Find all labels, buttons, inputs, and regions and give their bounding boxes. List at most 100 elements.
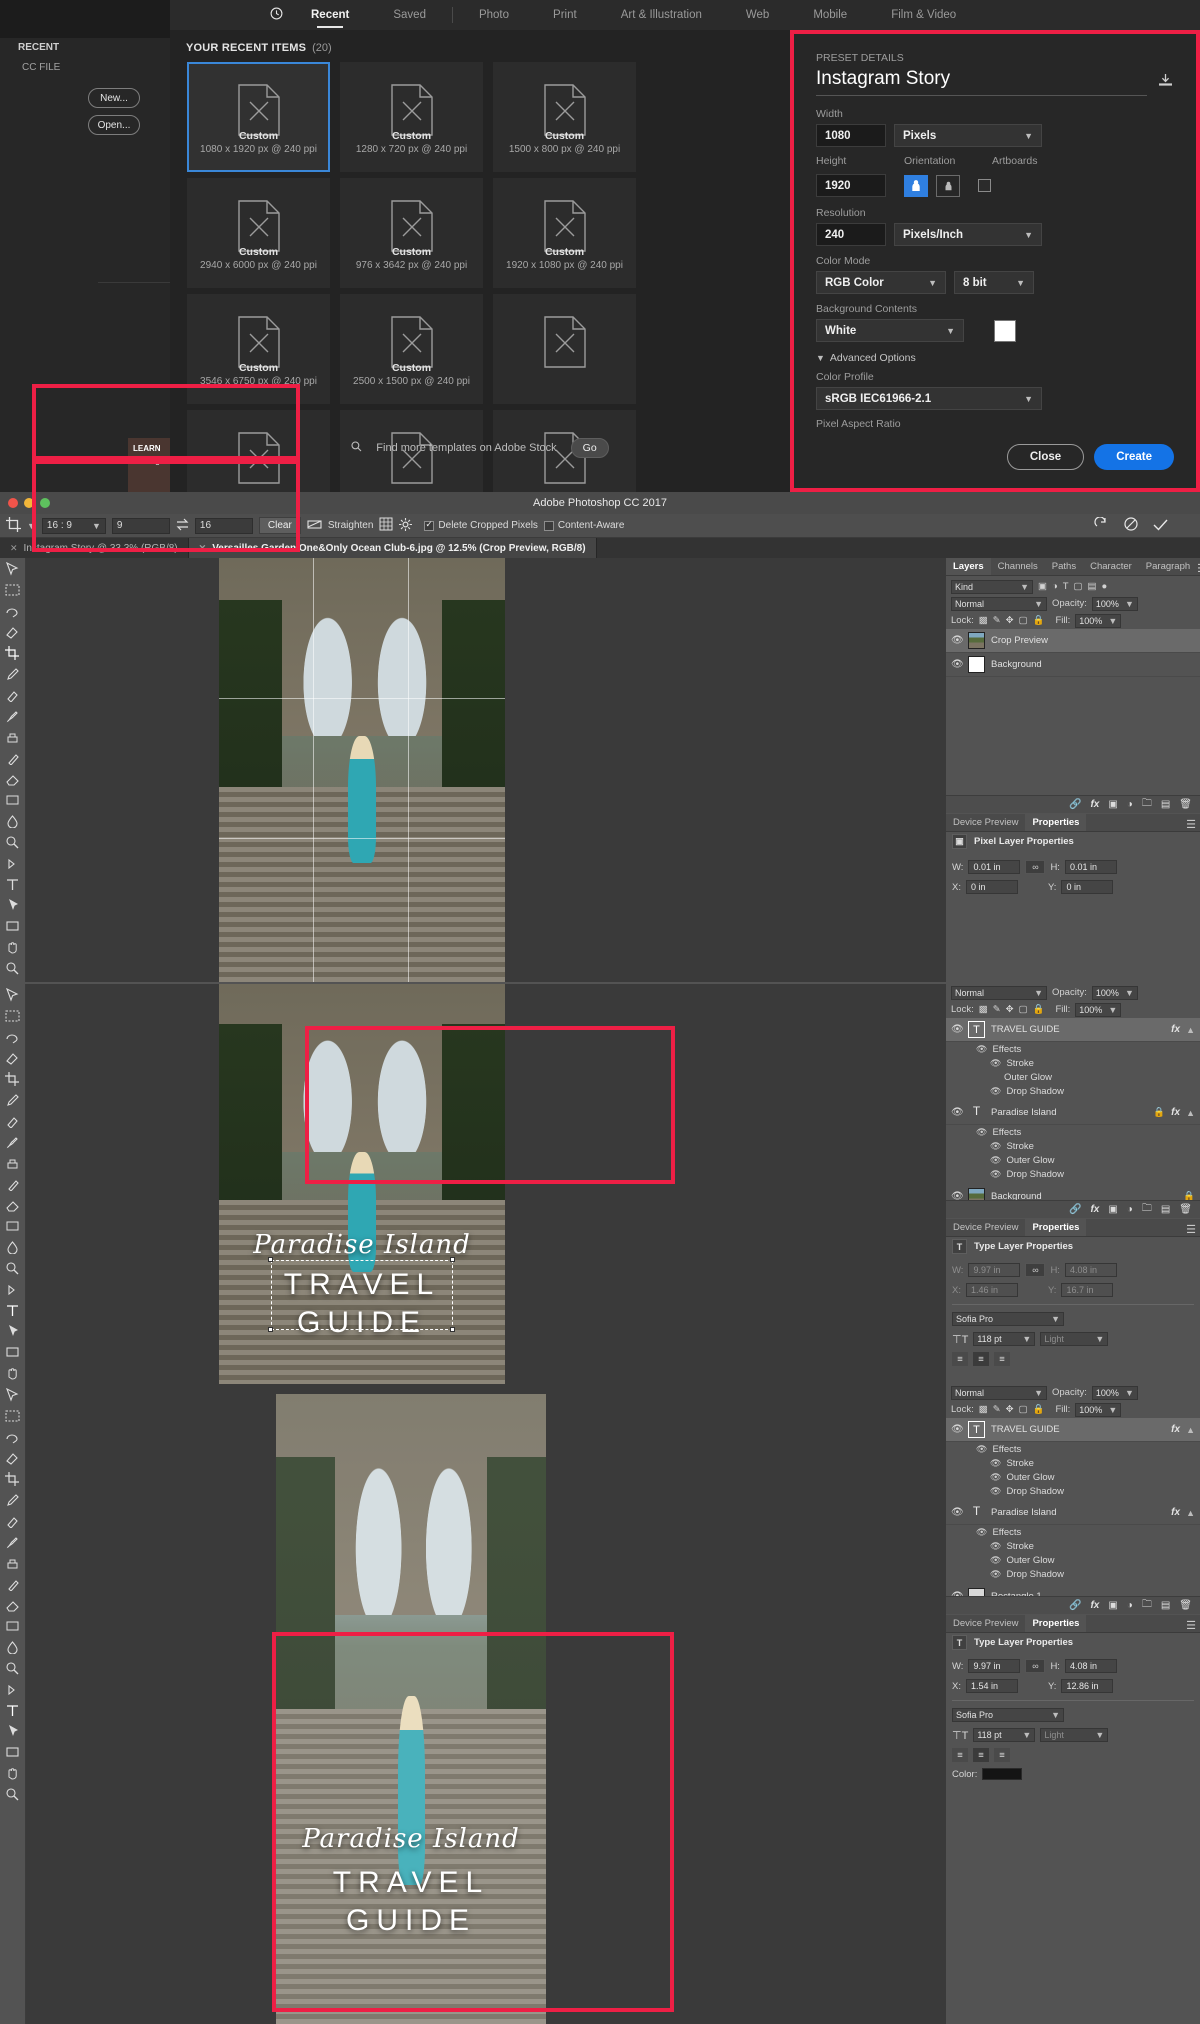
layer-row-paradise-island[interactable]: 👁 T Paradise Island fx ▲ [946, 1501, 1200, 1525]
y-input[interactable]: 12.86 in [1061, 1679, 1114, 1693]
dodge-tool-icon[interactable] [0, 1257, 26, 1278]
font-family-select[interactable]: Sofia Pro ▼ [952, 1708, 1064, 1722]
transform-handle[interactable] [450, 1257, 455, 1262]
hand-tool-icon[interactable] [0, 1762, 26, 1783]
create-button[interactable]: Create [1094, 444, 1174, 470]
font-family-select[interactable]: Sofia Pro ▼ [952, 1312, 1064, 1326]
delete-cropped-pixels-checkbox-row[interactable]: Delete Cropped Pixels [424, 519, 538, 531]
new-group-icon[interactable]: 🗀 [1142, 1597, 1152, 1614]
straighten-label[interactable]: Straighten [328, 520, 374, 531]
cancel-crop-icon[interactable] [1124, 517, 1138, 534]
clone-stamp-tool-icon[interactable] [0, 1152, 26, 1173]
lock-image-icon[interactable]: ✎ [993, 1404, 1001, 1415]
effect-visibility-icon[interactable]: 👁 [990, 1141, 1001, 1152]
layer-effect-outer-glow[interactable]: Outer Glow [946, 1070, 1200, 1084]
quick-selection-tool-icon[interactable] [0, 621, 26, 642]
zoom-tool-icon[interactable] [0, 1783, 26, 1804]
tool-preset-chevron-icon[interactable]: ▼ [27, 521, 36, 531]
layer-effect-drop-shadow[interactable]: 👁 Drop Shadow [946, 1567, 1200, 1581]
path-selection-tool-icon[interactable] [0, 1720, 26, 1741]
align-left-icon[interactable]: ≡ [952, 1352, 968, 1366]
layer-effect-outer-glow[interactable]: 👁 Outer Glow [946, 1470, 1200, 1484]
quick-selection-tool-icon[interactable] [0, 1447, 26, 1468]
opacity-input[interactable]: 100% ▼ [1091, 1385, 1138, 1400]
width-unit-select[interactable]: Pixels ▼ [894, 124, 1042, 147]
chevron-up-icon[interactable]: ▲ [1186, 1108, 1195, 1118]
effects-visibility-icon[interactable]: 👁 [976, 1527, 987, 1538]
link-dimensions-icon[interactable]: ∞ [1025, 1263, 1046, 1277]
tab-art-illustration[interactable]: Art & Illustration [599, 0, 724, 30]
effects-visibility-icon[interactable]: 👁 [976, 1127, 987, 1138]
adjustment-layer-icon[interactable]: ◑ [1127, 1204, 1133, 1215]
filter-shape-icon[interactable]: ▢ [1074, 581, 1083, 592]
recent-item[interactable]: Custom 2940 x 6000 px @ 240 ppi [187, 178, 330, 288]
effect-visibility-icon[interactable]: 👁 [990, 1486, 1001, 1497]
lock-all-icon[interactable]: 🔒 [1033, 1004, 1045, 1015]
recent-item[interactable]: Custom 1080 x 1920 px @ 240 ppi [187, 62, 330, 172]
history-brush-tool-icon[interactable] [0, 1173, 26, 1194]
new-button[interactable]: New... [88, 88, 140, 108]
x-input[interactable]: 0 in [965, 880, 1018, 894]
swap-dimensions-icon[interactable] [176, 518, 189, 534]
canvas-image-1[interactable] [219, 558, 505, 982]
height-input[interactable]: 1920 [816, 174, 886, 197]
new-group-icon[interactable]: 🗀 [1142, 1201, 1152, 1218]
healing-brush-tool-icon[interactable] [0, 1510, 26, 1531]
clear-button[interactable]: Clear [258, 517, 301, 534]
rectangle-tool-icon[interactable] [0, 1341, 26, 1362]
tools-panel-3[interactable] [0, 1384, 26, 2024]
tab-paths[interactable]: Paths [1045, 558, 1083, 575]
tab-paragraph[interactable]: Paragraph [1139, 558, 1197, 575]
reset-crop-icon[interactable] [1094, 516, 1108, 534]
new-layer-icon[interactable]: ▤ [1161, 1600, 1170, 1611]
resolution-unit-select[interactable]: Pixels/Inch ▼ [894, 223, 1042, 246]
lock-artboard-icon[interactable]: ▢ [1019, 1404, 1028, 1415]
history-brush-tool-icon[interactable] [0, 747, 26, 768]
chevron-up-icon[interactable]: ▲ [1186, 1425, 1195, 1435]
lock-position-icon[interactable]: ✥ [1006, 1004, 1014, 1015]
layer-style-icon[interactable]: fx [1090, 1204, 1099, 1215]
layer-visibility-icon[interactable]: 👁 [951, 1507, 964, 1518]
layer-row-travel-guide[interactable]: 👁 T TRAVEL GUIDE fx ▲ [946, 1418, 1200, 1442]
effect-visibility-icon[interactable]: 👁 [990, 1555, 1001, 1566]
crop-ratio-height-input[interactable]: 16 [194, 517, 253, 534]
fill-input[interactable]: 100% ▼ [1075, 1002, 1122, 1017]
close-button[interactable]: Close [1006, 444, 1085, 470]
gradient-tool-icon[interactable] [0, 789, 26, 810]
new-layer-icon[interactable]: ▤ [1161, 799, 1170, 810]
pen-tool-icon[interactable] [0, 852, 26, 873]
new-group-icon[interactable]: 🗀 [1142, 796, 1152, 813]
layer-fx-badge[interactable]: fx [1171, 1107, 1180, 1118]
layer-style-icon[interactable]: fx [1090, 799, 1099, 810]
tools-panel-2[interactable] [0, 984, 26, 1401]
lasso-tool-icon[interactable] [0, 1026, 26, 1047]
blend-mode-select[interactable]: Normal ▼ [951, 985, 1047, 1000]
crop-ratio-preset-select[interactable]: 16 : 9 ▼ [41, 517, 106, 534]
brush-tool-icon[interactable] [0, 705, 26, 726]
tab-properties[interactable]: Properties [1025, 814, 1087, 831]
path-selection-tool-icon[interactable] [0, 1320, 26, 1341]
tab-saved[interactable]: Saved [371, 0, 448, 30]
opacity-input[interactable]: 100% ▼ [1091, 985, 1138, 1000]
move-tool-icon[interactable] [0, 1384, 26, 1405]
layer-effects-group[interactable]: 👁 Effects [946, 1525, 1200, 1539]
type-tool-icon[interactable] [0, 873, 26, 894]
marquee-tool-icon[interactable] [0, 579, 26, 600]
w-input[interactable]: 9.97 in [968, 1659, 1021, 1673]
straighten-icon[interactable] [307, 518, 322, 533]
layer-effect-stroke[interactable]: 👁 Stroke [946, 1139, 1200, 1153]
dodge-tool-icon[interactable] [0, 1657, 26, 1678]
tab-photo[interactable]: Photo [457, 0, 531, 30]
layer-filter-kind-select[interactable]: Kind ▼ [951, 579, 1033, 594]
stock-go-button[interactable]: Go [570, 438, 609, 458]
canvas-area-2[interactable]: Paradise Island TRAVEL GUIDE [26, 984, 946, 1384]
tab-print[interactable]: Print [531, 0, 599, 30]
marquee-tool-icon[interactable] [0, 1405, 26, 1426]
new-document-dialog[interactable]: Recent Saved Photo Print Art & Illustrat… [170, 0, 1200, 520]
transform-handle[interactable] [268, 1257, 273, 1262]
blur-tool-icon[interactable] [0, 1636, 26, 1657]
clone-stamp-tool-icon[interactable] [0, 726, 26, 747]
recent-item[interactable] [493, 294, 636, 404]
text-selection-box[interactable] [271, 1260, 453, 1330]
blur-tool-icon[interactable] [0, 1236, 26, 1257]
